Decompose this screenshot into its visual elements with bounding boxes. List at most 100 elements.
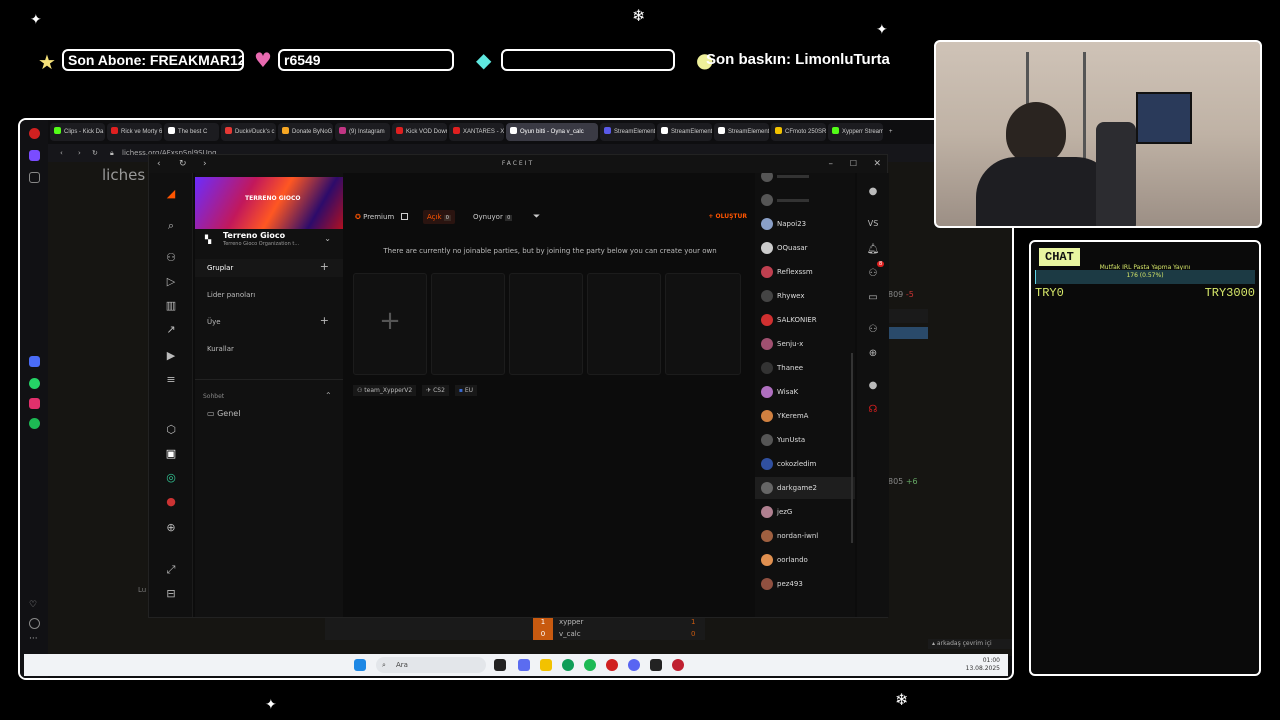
browser-tab[interactable]: Donate ByNoG — [278, 123, 333, 141]
sidebar-item[interactable]: Gruplar + — [195, 259, 343, 277]
search-icon[interactable]: ⌕ — [164, 219, 178, 233]
browser-tab[interactable]: Clips - Kick Da — [50, 123, 105, 141]
friend-item[interactable]: Thanee — [755, 357, 855, 379]
premium-filter[interactable]: ✪ Premium — [351, 210, 412, 224]
friend-item[interactable]: nordan-iwnl — [755, 525, 855, 547]
gear-icon[interactable]: ● — [866, 379, 880, 393]
premium-checkbox[interactable] — [401, 213, 409, 220]
browser-tab[interactable]: StreamElement — [657, 123, 712, 141]
club2-icon[interactable]: ● — [164, 495, 178, 509]
friend-item[interactable]: OQuasar — [755, 237, 855, 259]
video-icon[interactable]: ▶ — [164, 349, 178, 363]
browser-tab[interactable]: Oyun bitti - Oyna v_calc — [506, 123, 598, 141]
browser-tab[interactable]: StreamElement — [600, 123, 655, 141]
opera-logo-icon[interactable] — [29, 128, 40, 139]
chrome-icon[interactable] — [562, 659, 574, 671]
reload-icon[interactable]: ↻ — [179, 155, 187, 173]
list-icon[interactable]: ≡ — [164, 373, 178, 387]
sidebar-item[interactable]: Lider panoları — [195, 286, 343, 304]
friend-item[interactable] — [755, 189, 855, 211]
reload-icon[interactable]: ↻ — [92, 144, 98, 162]
friend-item[interactable]: SALKONIER — [755, 309, 855, 331]
back-icon[interactable]: ‹ — [60, 144, 63, 162]
hub-icon[interactable]: ⬡ — [164, 423, 178, 437]
party-icon[interactable]: ⚇ — [866, 323, 880, 337]
create-party-button[interactable]: + OLUŞTUR — [704, 210, 751, 224]
heart-outline-icon[interactable]: ♡ — [29, 600, 40, 611]
spotify-taskbar-icon[interactable] — [584, 659, 596, 671]
browser-tab[interactable]: Kick VOD Down — [392, 123, 447, 141]
leaderboard-icon[interactable]: ▥ — [164, 299, 178, 313]
friend-item[interactable]: cokozledim — [755, 453, 855, 475]
more-icon[interactable]: ··· — [29, 635, 40, 646]
friend-item[interactable]: jezG — [755, 501, 855, 523]
add-friend-icon[interactable]: ⊕ — [866, 347, 880, 361]
tab-open[interactable]: Açık 0 — [423, 210, 455, 224]
browser-tab[interactable]: XANTARES - X — [449, 123, 504, 141]
friend-item[interactable]: Rhywex — [755, 285, 855, 307]
friend-item[interactable]: pez493 — [755, 573, 855, 595]
friend-item[interactable]: oorlando — [755, 549, 855, 571]
opera-taskbar-icon[interactable] — [606, 659, 618, 671]
browser-tab[interactable]: Duck#Duck's c — [221, 123, 276, 141]
org-icon[interactable]: ▣ — [164, 447, 178, 461]
discord-icon[interactable] — [628, 659, 640, 671]
faceit-taskbar-icon[interactable] — [650, 659, 662, 671]
stats-icon[interactable]: ↗ — [164, 323, 178, 337]
forward-icon[interactable]: › — [78, 144, 81, 162]
browser-tab[interactable]: Rick ve Morty 6 — [107, 123, 162, 141]
avatar[interactable]: ● — [866, 185, 880, 199]
friend-item[interactable] — [755, 173, 855, 187]
instagram-icon[interactable] — [29, 398, 40, 409]
friends-online-hint[interactable]: ▴ arkadaş çevrim içi — [928, 639, 1012, 649]
friend-item[interactable]: Napoi23 — [755, 213, 855, 235]
play-icon[interactable]: ▷ — [164, 275, 178, 289]
back-icon[interactable]: ‹ — [157, 155, 161, 173]
browser-tab[interactable]: Xypperr Stream — [828, 123, 883, 141]
bell-icon[interactable]: 🔔︎ — [866, 243, 880, 257]
windows-start-icon[interactable] — [354, 659, 366, 671]
taskbar-clock[interactable]: 01:00 13.08.2025 — [966, 657, 1000, 673]
user-search-icon[interactable]: ⚇ — [164, 251, 178, 265]
faceit-logo-icon[interactable]: ◢ — [164, 187, 178, 201]
friend-item[interactable]: Senju-x — [755, 333, 855, 355]
browser-tab[interactable]: StreamElement — [714, 123, 769, 141]
copilot-icon[interactable] — [518, 659, 530, 671]
friend-item[interactable]: WisaK — [755, 381, 855, 403]
sidebar-item[interactable]: Kurallar — [195, 340, 343, 358]
minimize-icon[interactable]: – — [829, 155, 834, 173]
plus-icon[interactable]: + — [320, 260, 329, 273]
whatsapp-icon[interactable] — [29, 378, 40, 389]
filter-icon[interactable]: ⏷ — [529, 210, 544, 224]
org-header[interactable]: ▚ Terreno Gioco Terreno Gioco Organizati… — [199, 231, 339, 251]
new-tab-button[interactable]: + — [885, 123, 897, 141]
browser-tab[interactable]: CFmoto 250SR — [771, 123, 826, 141]
friend-item[interactable]: Reflexssm — [755, 261, 855, 283]
browser-tab[interactable]: (9) Instagram — [335, 123, 390, 141]
channel-general[interactable]: ▭ Genel — [207, 409, 240, 418]
friends-scrollbar[interactable] — [851, 353, 853, 543]
bookmark-icon[interactable] — [29, 172, 40, 183]
friend-item[interactable]: YKeremA — [755, 405, 855, 427]
party-slot-add[interactable]: + — [353, 273, 427, 375]
plus-icon[interactable]: + — [320, 314, 329, 327]
vs-label[interactable]: VS — [866, 217, 880, 231]
friend-item[interactable]: YunUsta — [755, 429, 855, 451]
tab-playing[interactable]: Oynuyor 0 — [469, 210, 516, 224]
fullscreen-icon[interactable]: ⤢ — [164, 563, 178, 577]
chat-icon[interactable]: ▭ — [866, 291, 880, 305]
app-taskbar-icon[interactable] — [672, 659, 684, 671]
briefcase-icon[interactable]: ⊟ — [164, 587, 178, 601]
lichess-menu[interactable] — [888, 309, 928, 323]
browser-tab[interactable]: The best C — [164, 123, 219, 141]
headset-icon[interactable]: ☊ — [866, 403, 880, 417]
maximize-icon[interactable]: ☐ — [850, 155, 857, 173]
friends-icon[interactable]: ⚇ — [866, 267, 880, 281]
explorer-icon[interactable] — [540, 659, 552, 671]
add-icon[interactable]: ⊕ — [164, 521, 178, 535]
home-icon[interactable] — [29, 150, 40, 161]
chevron-up-icon[interactable]: ⌃ — [325, 391, 332, 400]
sidebar-item[interactable]: Üye + — [195, 313, 343, 331]
aria-icon[interactable] — [29, 356, 40, 367]
club-icon[interactable]: ◎ — [164, 471, 178, 485]
